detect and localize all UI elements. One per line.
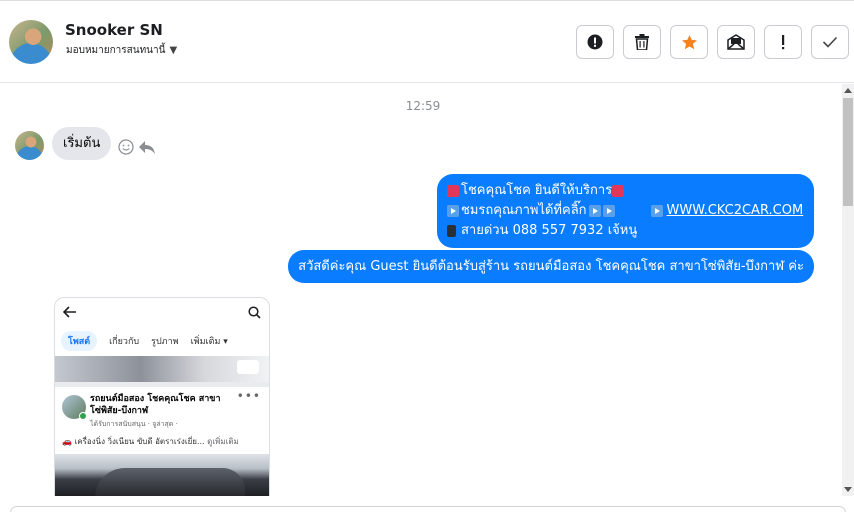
header-actions	[576, 25, 849, 59]
tab-about[interactable]: เกี่ยวกับ	[109, 334, 139, 348]
sender-avatar	[15, 131, 44, 160]
incoming-message[interactable]: เริ่มต้น	[52, 127, 112, 160]
play-emoji-icon	[650, 205, 663, 217]
outgoing-message-welcome[interactable]: สวัสดีค่ะคุณ Guest ยินดีต้อนรับสู่ร้าน ร…	[288, 250, 814, 283]
mark-done-button[interactable]	[811, 25, 849, 59]
trash-icon	[635, 34, 649, 50]
contact-name[interactable]: Snooker SN	[65, 21, 163, 39]
tab-photos[interactable]: รูปภาพ	[151, 334, 178, 348]
card-tabs: โพสต์ เกี่ยวกับ รูปภาพ เพิ่มเติม ▾	[55, 326, 269, 356]
scroll-down-icon[interactable]	[844, 487, 852, 492]
chevron-down-icon: ▼	[169, 45, 178, 56]
hotline-line: สายด่วน 088 557 7932 เจ้หนู	[461, 223, 638, 238]
page-name: รถยนต์มือสอง โชคคุณโชค สาขาโซ่พิสัย-บึงก…	[90, 394, 221, 416]
message-composer[interactable]	[10, 506, 846, 512]
card-toolbar	[55, 298, 269, 326]
message-line: สายด่วน 088 557 7932 เจ้หนู	[447, 221, 804, 241]
search-icon[interactable]	[248, 305, 261, 319]
emoji-icon	[447, 185, 459, 197]
tab-posts[interactable]: โพสต์	[61, 331, 98, 351]
website-link[interactable]: WWW.CKC2CAR.COM	[667, 201, 804, 221]
play-emoji-icon	[447, 205, 459, 217]
scrollbar[interactable]	[842, 84, 854, 496]
conversation-header: Snooker SN มอบหมายการสนทนานี้ ▼	[0, 1, 854, 83]
post-preview: ••• รถยนต์มือสอง โชคคุณโชค สาขาโซ่พิสัย-…	[55, 387, 269, 448]
assign-dropdown[interactable]: มอบหมายการสนทนานี้ ▼	[66, 43, 177, 58]
contact-avatar[interactable]	[9, 20, 53, 64]
mark-unread-icon	[727, 34, 745, 50]
post-text: 🚗 เครื่องนิ่ง วิ่งเนียน ขับดี อัตราเร่งเ…	[62, 437, 239, 446]
reply-icon[interactable]	[138, 139, 156, 155]
message-actions	[118, 139, 156, 155]
more-options-icon[interactable]: •••	[237, 389, 261, 403]
star-button[interactable]	[670, 25, 708, 59]
tab-more[interactable]: เพิ่มเติม ▾	[191, 334, 228, 348]
check-icon	[822, 36, 838, 48]
mark-unread-button[interactable]	[717, 25, 755, 59]
scroll-thumb[interactable]	[843, 98, 853, 206]
down-arrow-emoji-icon	[588, 205, 601, 217]
message-line: ชมรถคุณภาพได้ที่คลิ๊ก WWW.CKC2CAR.COM	[447, 201, 804, 221]
car-photo	[55, 454, 269, 496]
outgoing-message-greeting[interactable]: โชคคุณโชค ยินดีให้บริการ ชมรถคุณภาพได้ที…	[437, 174, 814, 248]
alert-icon	[587, 34, 603, 50]
shared-post-card[interactable]: โพสต์ เกี่ยวกับ รูปภาพ เพิ่มเติม ▾ ••• ร…	[54, 297, 270, 496]
star-icon	[681, 34, 697, 49]
delete-button[interactable]	[623, 25, 661, 59]
smiley-react-icon[interactable]	[118, 139, 134, 155]
post-meta: ได้รับการสนับสนุน · จูล่าสุด ·	[90, 420, 178, 428]
page-avatar	[62, 395, 87, 420]
report-button[interactable]	[576, 25, 614, 59]
assign-label: มอบหมายการสนทนานี้	[66, 45, 166, 56]
back-arrow-icon[interactable]	[63, 306, 77, 318]
online-dot	[79, 412, 87, 420]
see-more-link[interactable]: ดูเพิ่มเติม	[207, 437, 239, 446]
phone-emoji-icon	[447, 225, 456, 237]
message-thread[interactable]: 12:59 เริ่มต้น โชคคุณโชค ยินดีให้บริการ	[0, 84, 842, 496]
greeting-line: โชคคุณโชค ยินดีให้บริการ	[461, 183, 613, 198]
flag-important-button[interactable]	[764, 25, 802, 59]
exclamation-icon	[782, 35, 785, 50]
emoji-icon	[612, 185, 625, 197]
scroll-up-icon[interactable]	[844, 88, 852, 93]
click-line: ชมรถคุณภาพได้ที่คลิ๊ก	[461, 203, 587, 218]
message-line: โชคคุณโชค ยินดีให้บริการ	[447, 181, 804, 201]
conversation-window: Snooker SN มอบหมายการสนทนานี้ ▼ 12:59 เร…	[0, 0, 854, 512]
message-timestamp: 12:59	[405, 99, 441, 113]
cover-strip	[55, 356, 269, 382]
down-arrow-emoji-icon	[602, 205, 615, 217]
